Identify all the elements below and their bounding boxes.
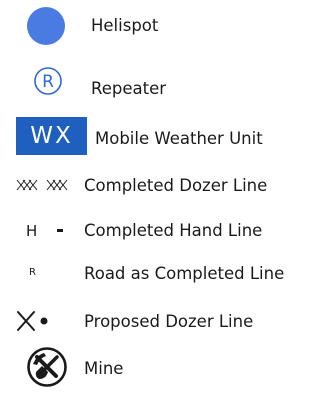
legend-label-completed-dozer-line: Completed Dozer Line	[84, 176, 268, 195]
hand-line-h-glyph: H	[26, 222, 38, 240]
legend-label-repeater: Repeater	[91, 79, 167, 98]
legend-label-proposed-dozer-line: Proposed Dozer Line	[84, 312, 254, 331]
legend-label-mine: Mine	[84, 359, 124, 378]
legend-label-road-as-completed-line: Road as Completed Line	[84, 264, 285, 283]
road-r-glyph: R	[29, 267, 36, 278]
hand-line-dash-icon	[57, 229, 63, 232]
legend-label-completed-hand-line: Completed Hand Line	[84, 221, 263, 240]
map-legend: Helispot R Repeater WX Mobile Weather Un…	[0, 0, 331, 394]
double-cross-hatch-icon	[16, 179, 68, 191]
repeater-icon: R	[34, 67, 62, 95]
wx-box-icon: WX	[16, 117, 87, 155]
helispot-icon	[27, 7, 65, 45]
crossed-pick-shovel-icon	[27, 347, 67, 387]
legend-label-helispot: Helispot	[91, 16, 159, 35]
svg-text:R: R	[42, 72, 54, 92]
legend-label-mobile-weather-unit: Mobile Weather Unit	[95, 129, 263, 148]
x-dot-icon	[17, 311, 48, 331]
